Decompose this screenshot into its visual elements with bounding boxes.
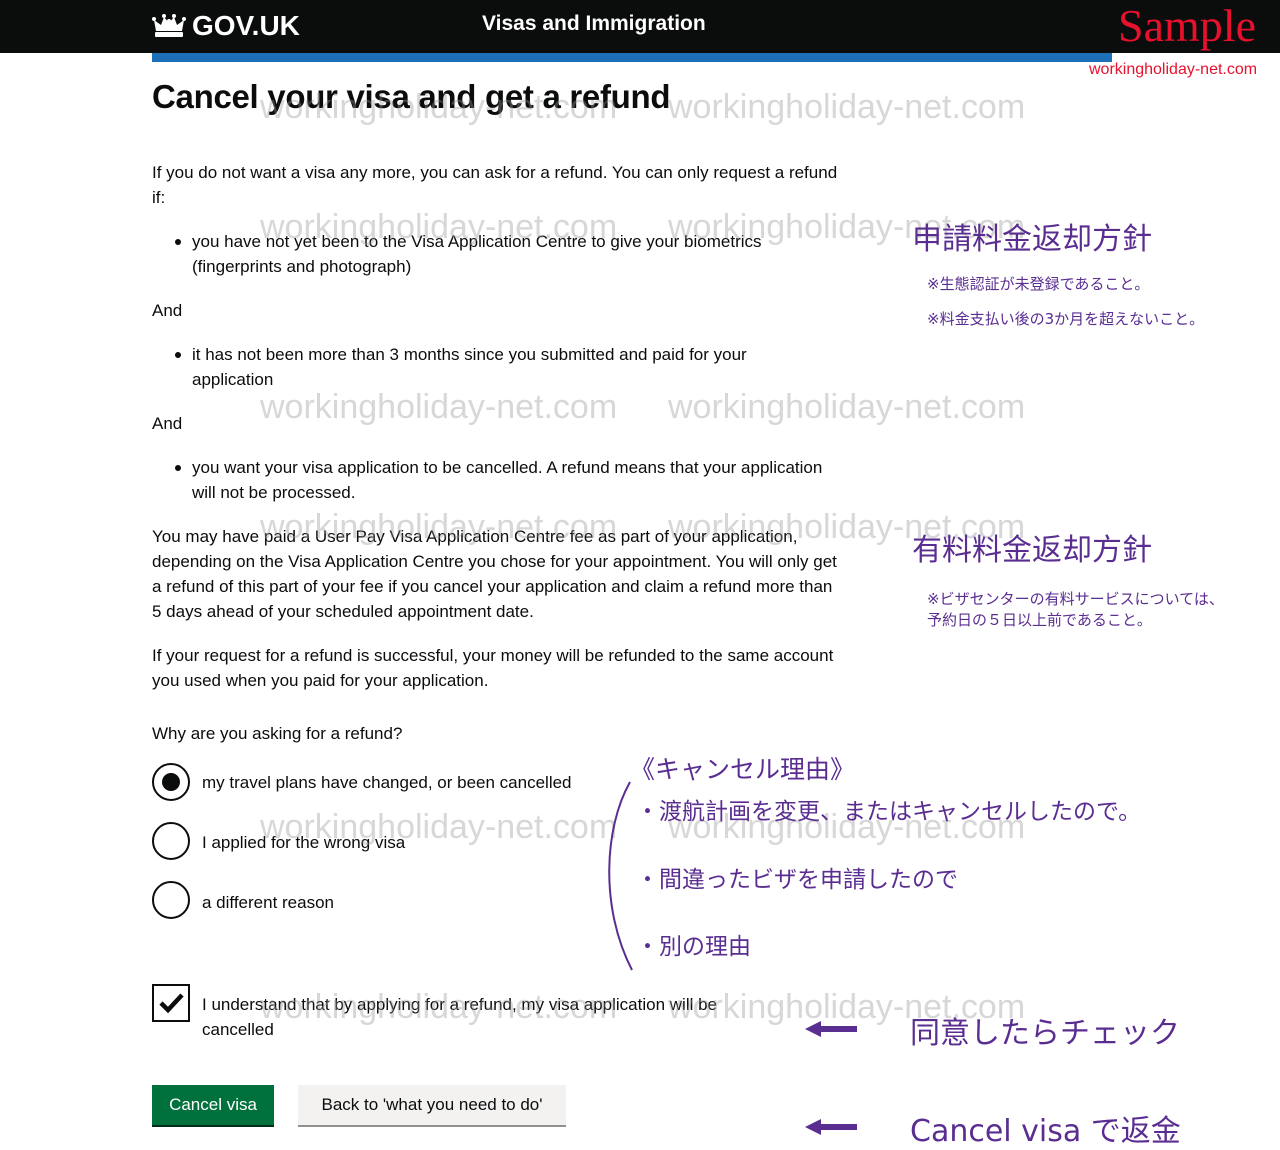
condition-three-months: it has not been more than 3 months since… [175, 342, 832, 392]
watermark: workingholiday-net.com [668, 88, 1026, 126]
site-label: workingholiday-net.com [1089, 61, 1258, 78]
annotation-paid-policy-note: 予約日の５日以上前であること。 [927, 611, 1152, 629]
user-pay-note: You may have paid a User Pay Visa Applic… [152, 527, 837, 621]
refund-destination-note: If your request for a refund is successf… [152, 646, 834, 690]
condition-cancel-application: you want your visa application to be can… [175, 455, 832, 505]
sample-label: Sample [1118, 0, 1256, 51]
annotation-check-hint: 同意したらチェック [910, 1016, 1180, 1051]
logo-text: GOV.UK [192, 10, 300, 41]
confirm-cancel-checkbox[interactable] [152, 984, 190, 1022]
header-blue-bar [152, 53, 1112, 62]
annotation-refund-policy-note: ※料金支払い後の3か月を超えないこと。 [927, 310, 1205, 328]
back-what-you-need-to-do-button[interactable]: Back to 'what you need to do' [298, 1085, 566, 1125]
radio-label-travel-plans-changed[interactable]: my travel plans have changed, or been ca… [202, 770, 572, 795]
checkmark-icon [159, 993, 184, 1014]
radio-different-reason[interactable] [152, 881, 190, 919]
crown-icon [152, 14, 186, 37]
refund-reason-question: Why are you asking for a refund? [152, 724, 403, 743]
arrow-left-icon [805, 1119, 857, 1135]
intro-text: If you do not want a visa any more, you … [152, 163, 838, 207]
radio-selected-dot [162, 773, 180, 791]
service-name-link[interactable]: Visas and Immigration [482, 12, 706, 36]
radio-travel-plans-changed[interactable] [152, 763, 190, 801]
annotation-cancel-hint: Cancel visa で返金 [910, 1114, 1181, 1149]
annotation-reason-2: ・間違ったビザを申請したので [636, 867, 958, 893]
radio-label-different-reason[interactable]: a different reason [202, 890, 334, 915]
cancel-visa-button[interactable]: Cancel visa [152, 1085, 274, 1125]
and-text: And [152, 414, 183, 433]
page-title: Cancel your visa and get a refund [152, 78, 671, 115]
condition-biometrics: you have not yet been to the Visa Applic… [175, 229, 832, 279]
confirm-cancel-label[interactable]: I understand that by applying for a refu… [202, 992, 772, 1042]
arrow-left-icon [805, 1021, 857, 1037]
annotation-reason-3: ・別の理由 [636, 934, 751, 960]
govuk-header: GOV.UK Visas and Immigration [0, 0, 1280, 53]
and-text: And [152, 301, 183, 320]
annotation-paid-policy-title: 有料料金返却方針 [912, 533, 1152, 568]
bracket-icon [608, 781, 633, 971]
radio-wrong-visa[interactable] [152, 822, 190, 860]
radio-label-wrong-visa[interactable]: I applied for the wrong visa [202, 830, 405, 855]
annotation-refund-policy-title: 申請料金返却方針 [912, 222, 1152, 257]
govuk-logo-link[interactable]: GOV.UK [152, 8, 300, 44]
annotation-paid-policy-note: ※ビザセンターの有料サービスについては、 [927, 590, 1224, 608]
annotation-reasons-title: 《キャンセル理由》 [630, 755, 856, 784]
annotation-reason-1: ・渡航計画を変更、またはキャンセルしたので。 [636, 799, 1142, 825]
annotation-refund-policy-note: ※生態認証が未登録であること。 [927, 275, 1150, 293]
